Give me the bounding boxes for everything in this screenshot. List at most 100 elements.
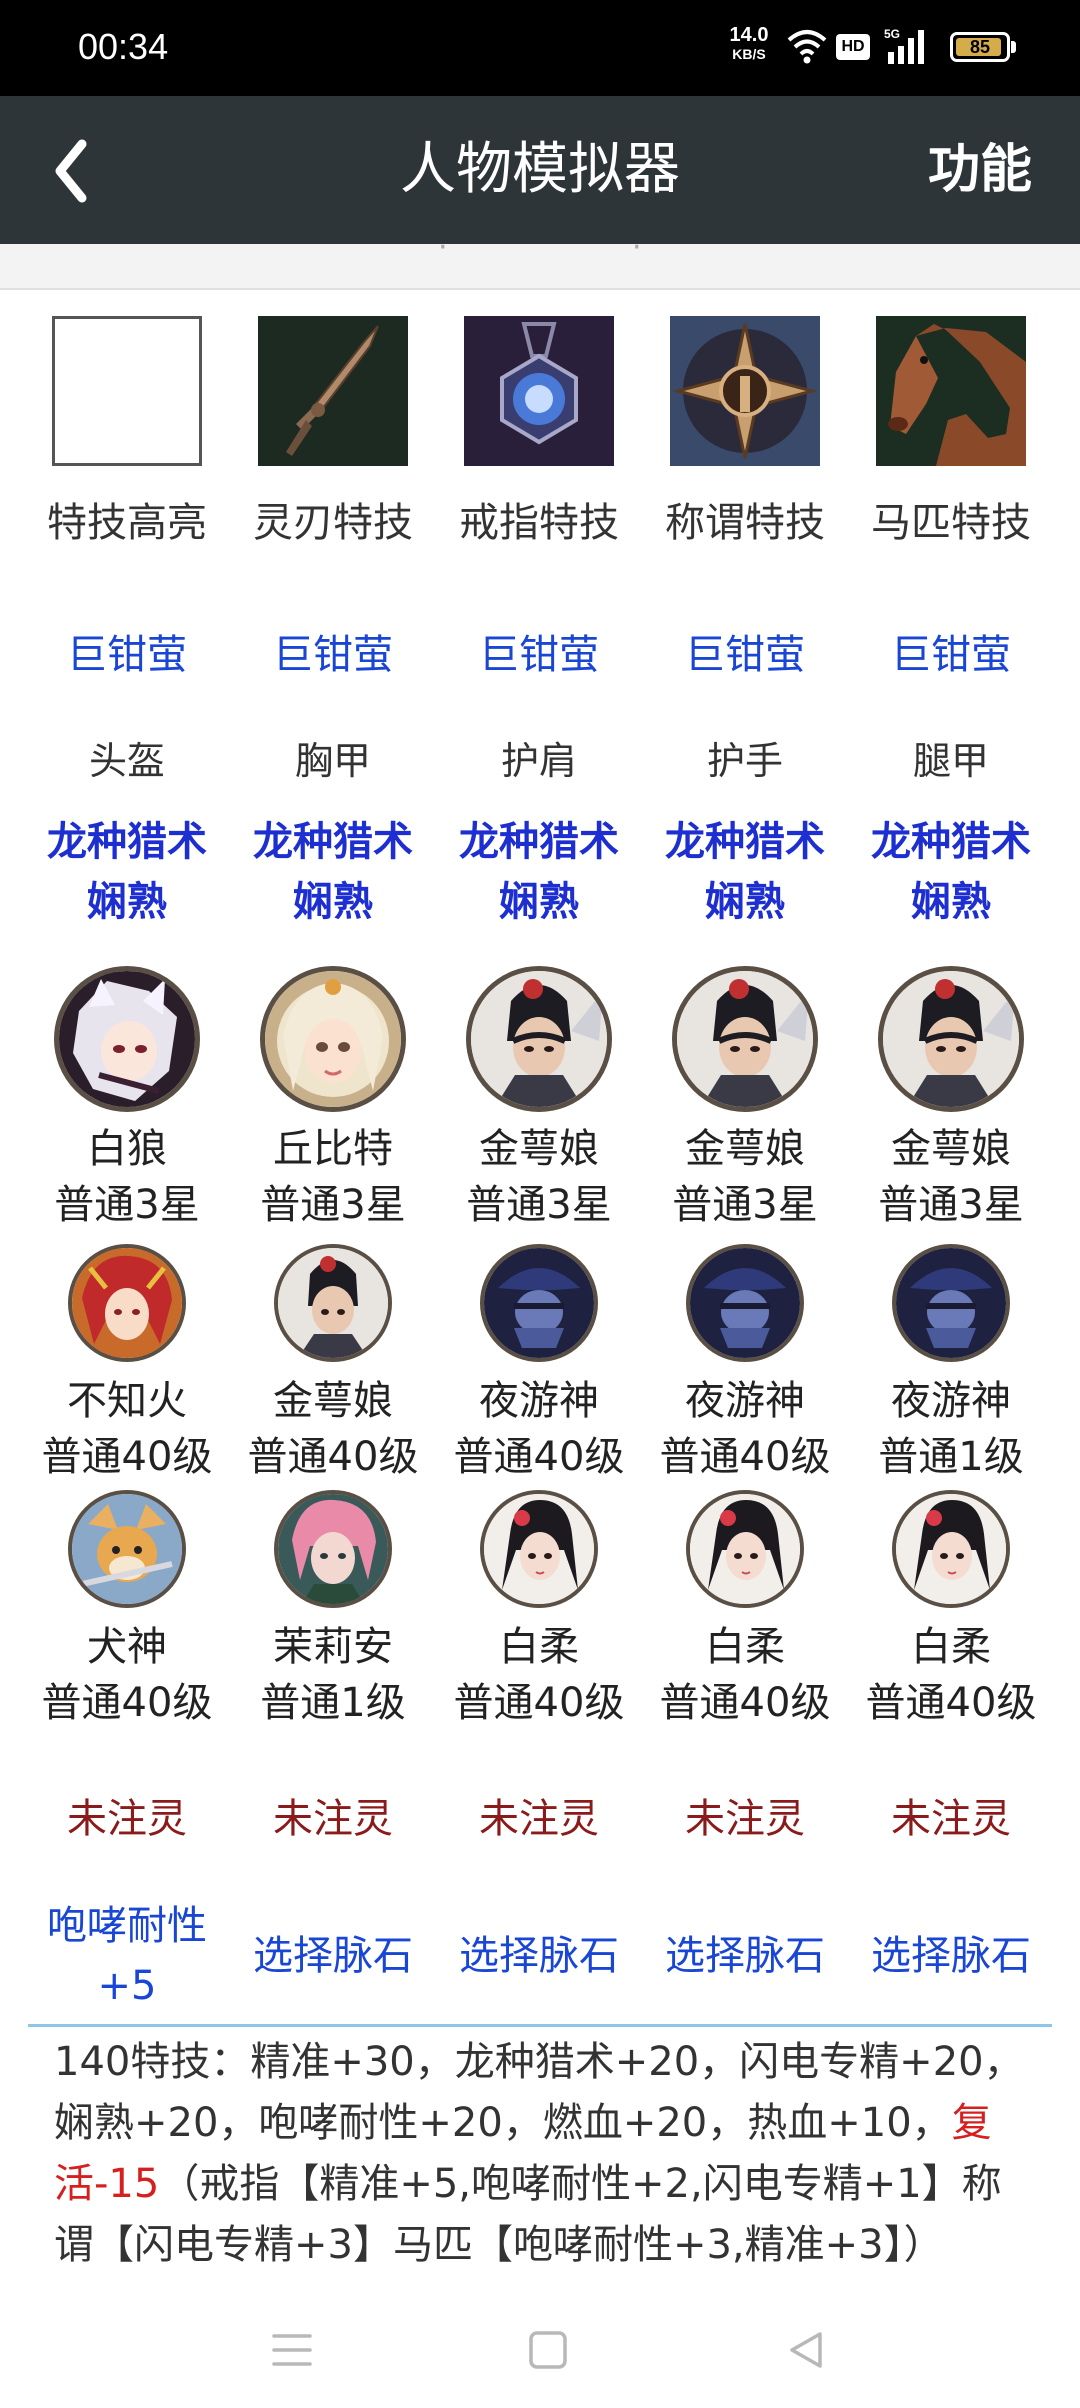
gear-slot-label: 胸甲: [294, 739, 371, 783]
function-button[interactable]: 功能: [928, 130, 1032, 210]
jin-e-niang-avatar-icon: [466, 966, 612, 1112]
vein-stone-line2: +5: [97, 1963, 157, 2009]
companion-name: 不知火: [67, 1378, 187, 1424]
skill-ring[interactable]: 戒指特技: [436, 316, 642, 556]
gear-stat-line2: 娴熟: [293, 879, 373, 925]
marian-avatar-icon: [274, 1490, 392, 1608]
companion-slot[interactable]: 白柔 普通40级: [642, 1490, 848, 1726]
set-link[interactable]: 巨钳萤: [642, 622, 848, 680]
jin-e-niang-avatar-icon: [672, 966, 818, 1112]
gear-slot-label: 腿甲: [912, 739, 989, 783]
menu-icon[interactable]: [262, 2320, 322, 2380]
gear-slot-label: 护肩: [500, 739, 577, 783]
companion-slot[interactable]: 茉莉安 普通1级: [230, 1490, 436, 1726]
companion-slot[interactable]: 金萼娘 普通3星: [436, 966, 642, 1232]
vein-stone-line1: 咆哮耐性: [47, 1903, 207, 1949]
companion-slot[interactable]: 夜游神 普通40级: [436, 1244, 642, 1480]
companion-slot[interactable]: 夜游神 普通40级: [642, 1244, 848, 1480]
gear-stat-line2: 娴熟: [911, 879, 991, 925]
signal-label: 5G: [884, 27, 900, 41]
companion-slot[interactable]: 金萼娘 普通3星: [642, 966, 848, 1232]
companion-grade: 普通40级: [865, 1680, 1037, 1726]
companion-slot[interactable]: 丘比特 普通3星: [230, 966, 436, 1232]
spirit-status-link[interactable]: 未注灵: [230, 1786, 436, 1844]
bai-rou-avatar-icon: [480, 1490, 598, 1608]
companion-slot[interactable]: 不知火 普通40级: [24, 1244, 230, 1480]
companion-slot[interactable]: 金萼娘 普通40级: [230, 1244, 436, 1480]
set-link[interactable]: 巨钳萤: [848, 622, 1054, 680]
companion-grade: 普通1级: [260, 1680, 406, 1726]
set-link[interactable]: 巨钳萤: [436, 622, 642, 680]
select-vein-stone-link[interactable]: 选择脉石: [642, 1926, 848, 1986]
companion-name: 夜游神: [479, 1378, 599, 1424]
cut-off-text: ·: [438, 244, 448, 265]
night-wanderer-avatar-icon: [686, 1244, 804, 1362]
companion-grade: 普通3星: [672, 1182, 818, 1228]
companion-name: 白柔: [911, 1624, 991, 1670]
companion-name: 茉莉安: [273, 1624, 393, 1670]
gear-stat-line1: 龙种猎术: [459, 819, 619, 865]
companion-name: 白柔: [705, 1624, 785, 1670]
companion-slot[interactable]: 犬神 普通40级: [24, 1490, 230, 1726]
set-link[interactable]: 巨钳萤: [24, 622, 230, 680]
vein-stone-link[interactable]: 咆哮耐性 +5: [24, 1896, 230, 2016]
spirit-status-link[interactable]: 未注灵: [436, 1786, 642, 1844]
horse-icon: [876, 316, 1026, 466]
cupid-avatar-icon: [260, 966, 406, 1112]
companion-row-2: 不知火 普通40级 金萼娘 普通40级 夜游神 普通40级 夜游神 普通40级 …: [0, 1244, 1080, 1480]
shiranui-avatar-icon: [68, 1244, 186, 1362]
companion-grade: 普通1级: [878, 1434, 1024, 1480]
select-vein-stone-link[interactable]: 选择脉石: [848, 1926, 1054, 1986]
companion-name: 白狼: [87, 1126, 167, 1172]
gear-stat-line1: 龙种猎术: [253, 819, 413, 865]
gear-stat-line1: 龙种猎术: [47, 819, 207, 865]
skill-blade[interactable]: 灵刃特技: [230, 316, 436, 556]
companion-grade: 普通3星: [260, 1182, 406, 1228]
gear-stat-row: 龙种猎术 娴熟 龙种猎术 娴熟 龙种猎术 娴熟 龙种猎术 娴熟 龙种猎术 娴熟: [0, 812, 1080, 932]
spirit-status-link[interactable]: 未注灵: [642, 1786, 848, 1844]
set-link[interactable]: 巨钳萤: [230, 622, 436, 680]
gear-slot-label: 护手: [706, 739, 783, 783]
companion-slot[interactable]: 金萼娘 普通3星: [848, 966, 1054, 1232]
gear-stat[interactable]: 龙种猎术 娴熟: [230, 812, 436, 932]
companion-grade: 普通40级: [659, 1680, 831, 1726]
gear-stat-line2: 娴熟: [87, 879, 167, 925]
gear-stat[interactable]: 龙种猎术 娴熟: [24, 812, 230, 932]
skill-horse[interactable]: 马匹特技: [848, 316, 1054, 556]
gear-stat[interactable]: 龙种猎术 娴熟: [848, 812, 1054, 932]
inugami-avatar-icon: [68, 1490, 186, 1608]
select-vein-stone-link[interactable]: 选择脉石: [436, 1926, 642, 1986]
night-wanderer-avatar-icon: [480, 1244, 598, 1362]
gear-stat[interactable]: 龙种猎术 娴熟: [642, 812, 848, 932]
spirit-status-link[interactable]: 未注灵: [24, 1786, 230, 1844]
vein-stone-row: 咆哮耐性 +5 选择脉石 选择脉石 选择脉石 选择脉石: [0, 1896, 1080, 2016]
companion-name: 犬神: [87, 1624, 167, 1670]
select-vein-stone-link[interactable]: 选择脉石: [230, 1926, 436, 1986]
spirit-row: 未注灵 未注灵 未注灵 未注灵 未注灵: [0, 1786, 1080, 1846]
skill-highlight[interactable]: 特技高亮: [24, 316, 230, 556]
hd-icon: HD: [836, 34, 870, 60]
spirit-status-link[interactable]: 未注灵: [848, 1786, 1054, 1844]
companion-slot[interactable]: 白柔 普通40级: [848, 1490, 1054, 1726]
back-triangle-icon[interactable]: [776, 2320, 836, 2380]
companion-name: 金萼娘: [685, 1126, 805, 1172]
companion-name: 金萼娘: [479, 1126, 599, 1172]
companion-row-3: 犬神 普通40级 茉莉安 普通1级 白柔 普通40级 白柔 普通40级 白柔 普…: [0, 1490, 1080, 1726]
companion-grade: 普通40级: [659, 1434, 831, 1480]
skill-label: 特技高亮: [47, 500, 207, 546]
bai-rou-avatar-icon: [686, 1490, 804, 1608]
scroll-edge-band: · ·: [0, 244, 1080, 290]
companion-slot[interactable]: 白柔 普通40级: [436, 1490, 642, 1726]
gear-stat[interactable]: 龙种猎术 娴熟: [436, 812, 642, 932]
battery-nub: [1011, 41, 1016, 53]
home-icon[interactable]: [518, 2320, 578, 2380]
companion-grade: 普通3星: [54, 1182, 200, 1228]
battery-icon: 85: [950, 32, 1010, 62]
companion-slot[interactable]: 白狼 普通3星: [24, 966, 230, 1232]
companion-grade: 普通40级: [41, 1434, 213, 1480]
night-wanderer-avatar-icon: [892, 1244, 1010, 1362]
companion-slot[interactable]: 夜游神 普通1级: [848, 1244, 1054, 1480]
skill-title[interactable]: 称谓特技: [642, 316, 848, 556]
companion-grade: 普通40级: [453, 1434, 625, 1480]
ring-icon: [464, 316, 614, 466]
